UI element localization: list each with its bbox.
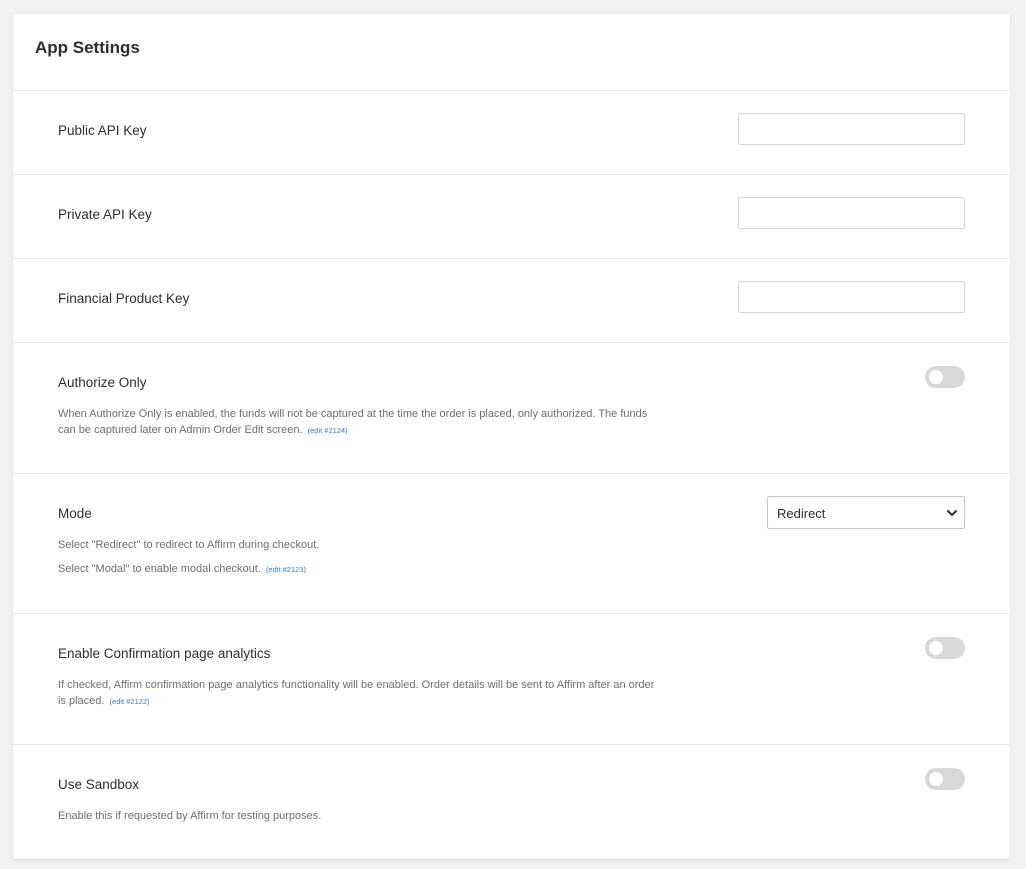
panel-header: App Settings [13,14,1010,91]
use-sandbox-toggle[interactable] [925,768,965,790]
confirmation-analytics-edit-link[interactable]: (edit #2122) [110,697,150,706]
mode-label: Mode [58,506,92,521]
use-sandbox-description: Enable this if requested by Affirm for t… [58,810,322,822]
private-api-key-input[interactable] [738,197,965,229]
setting-row-mode: Mode Redirect Select "Redirect" to redir… [13,474,1010,614]
public-api-key-label: Public API Key [58,123,147,138]
toggle-knob [929,370,943,384]
confirmation-analytics-label: Enable Confirmation page analytics [58,646,271,661]
private-api-key-label: Private API Key [58,207,152,222]
toggle-knob [929,641,943,655]
setting-row-public-api-key: Public API Key [13,91,1010,175]
mode-description-line2-text: Select "Modal" to enable modal checkout. [58,563,261,575]
setting-row-confirmation-analytics: Enable Confirmation page analytics If ch… [13,614,1010,745]
setting-row-use-sandbox: Use Sandbox Enable this if requested by … [13,745,1010,859]
mode-edit-link[interactable]: (edit #2123) [266,565,306,574]
financial-product-key-input[interactable] [738,281,965,313]
authorize-only-label: Authorize Only [58,375,147,390]
mode-description-line2: Select "Modal" to enable modal checkout.… [58,561,658,578]
mode-select[interactable]: Redirect [767,496,965,529]
setting-row-authorize-only: Authorize Only When Authorize Only is en… [13,343,1010,474]
use-sandbox-label: Use Sandbox [58,777,140,792]
confirmation-analytics-description: If checked, Affirm confirmation page ana… [58,677,658,710]
authorize-only-edit-link[interactable]: (edit #2124) [308,426,348,435]
confirmation-analytics-toggle[interactable] [925,637,965,659]
panel-title: App Settings [35,38,140,57]
app-settings-panel: App Settings Public API Key Private API … [13,14,1010,859]
mode-select-value: Redirect [777,506,826,521]
setting-row-private-api-key: Private API Key [13,175,1010,259]
mode-description-line1: Select "Redirect" to redirect to Affirm … [58,539,320,551]
financial-product-key-label: Financial Product Key [58,291,190,306]
authorize-only-toggle[interactable] [925,366,965,388]
chevron-down-icon [947,510,957,516]
setting-row-financial-product-key: Financial Product Key [13,259,1010,343]
toggle-knob [929,772,943,786]
authorize-only-description: When Authorize Only is enabled, the fund… [58,406,658,439]
public-api-key-input[interactable] [738,113,965,145]
authorize-only-description-text: When Authorize Only is enabled, the fund… [58,408,648,436]
